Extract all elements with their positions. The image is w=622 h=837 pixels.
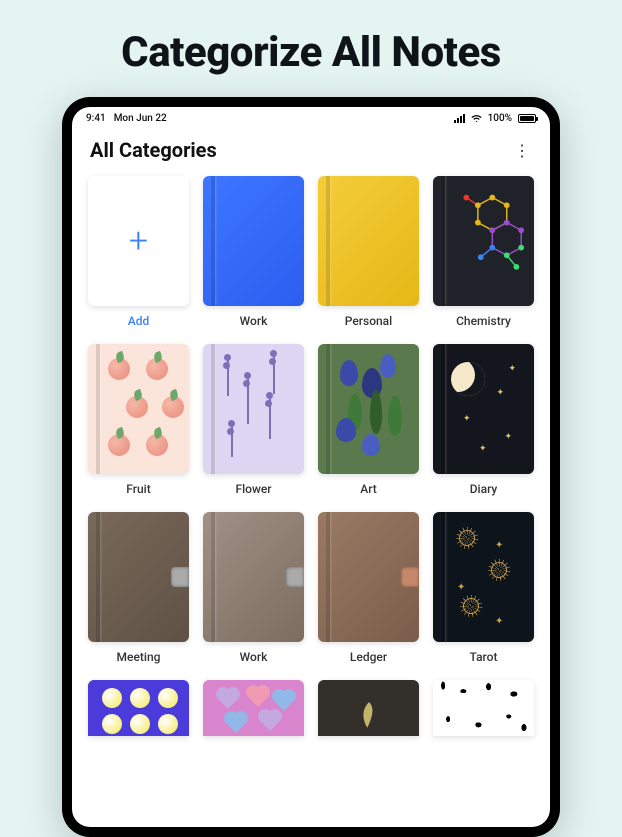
category-item-fruit[interactable]: Fruit [88, 344, 189, 496]
status-bar: 9:41 Mon Jun 22 100% [72, 107, 550, 128]
category-item-art[interactable]: Art [318, 344, 419, 496]
category-item-diary[interactable]: ✦ ✦ ✦ ✦ ✦ Diary [433, 344, 534, 496]
status-time: 9:41 [86, 113, 106, 124]
category-label: Work [240, 650, 268, 664]
more-menu-button[interactable]: ⋮ [512, 141, 532, 160]
notebook-cover [318, 512, 419, 642]
category-label: Tarot [470, 650, 498, 664]
app-header: All Categories ⋮ [72, 128, 550, 176]
notebook-cover [203, 176, 304, 306]
sun-icon [459, 530, 475, 546]
add-label: Add [128, 314, 149, 328]
battery-percent: 100% [488, 113, 512, 124]
notebook-cover [203, 344, 304, 474]
category-item-work-2[interactable]: Work [203, 512, 304, 664]
notebook-cover [88, 512, 189, 642]
clasp-icon [171, 567, 189, 587]
wifi-icon [471, 113, 482, 124]
categories-grid: + Add Work Personal [72, 176, 550, 752]
category-label: Ledger [350, 650, 387, 664]
notebook-cover [203, 512, 304, 642]
category-label: Meeting [117, 650, 161, 664]
category-label: Chemistry [456, 314, 511, 328]
clasp-icon [286, 567, 304, 587]
moon-icon [451, 362, 485, 396]
category-item[interactable] [433, 680, 534, 736]
feather-icon [358, 700, 380, 730]
notebook-cover [433, 680, 534, 736]
notebook-cover [88, 344, 189, 474]
notebook-cover [318, 680, 419, 736]
notebook-cover [433, 176, 534, 306]
notebook-cover: ✦ ✦ ✦ [433, 512, 534, 642]
category-label: Diary [470, 482, 498, 496]
device-frame: 9:41 Mon Jun 22 100% All Categories ⋮ + … [62, 97, 560, 837]
battery-icon [518, 114, 536, 123]
page-title: All Categories [90, 138, 217, 162]
notebook-cover [318, 344, 419, 474]
cellular-signal-icon [454, 114, 465, 123]
device-screen: 9:41 Mon Jun 22 100% All Categories ⋮ + … [72, 107, 550, 827]
category-item[interactable] [318, 680, 419, 736]
molecule-icon [449, 186, 526, 282]
notebook-cover [318, 176, 419, 306]
notebook-cover [203, 680, 304, 736]
status-date: Mon Jun 22 [114, 113, 167, 124]
category-label: Personal [345, 314, 392, 328]
sun-icon [491, 562, 507, 578]
category-item-chemistry[interactable]: Chemistry [433, 176, 534, 328]
category-label: Work [240, 314, 268, 328]
category-item-work[interactable]: Work [203, 176, 304, 328]
category-item-personal[interactable]: Personal [318, 176, 419, 328]
sun-icon [463, 598, 479, 614]
category-label: Art [360, 482, 377, 496]
category-item-meeting[interactable]: Meeting [88, 512, 189, 664]
category-item[interactable] [88, 680, 189, 736]
clasp-icon [401, 567, 419, 587]
category-item-tarot[interactable]: ✦ ✦ ✦ Tarot [433, 512, 534, 664]
category-item-flower[interactable]: Flower [203, 344, 304, 496]
category-item-ledger[interactable]: Ledger [318, 512, 419, 664]
category-label: Fruit [126, 482, 150, 496]
notebook-cover [88, 680, 189, 736]
category-item[interactable] [203, 680, 304, 736]
notebook-cover: ✦ ✦ ✦ ✦ ✦ [433, 344, 534, 474]
add-category-button[interactable]: + Add [88, 176, 189, 328]
plus-icon: + [88, 176, 189, 306]
promo-title: Categorize All Notes [0, 0, 622, 97]
category-label: Flower [235, 482, 271, 496]
